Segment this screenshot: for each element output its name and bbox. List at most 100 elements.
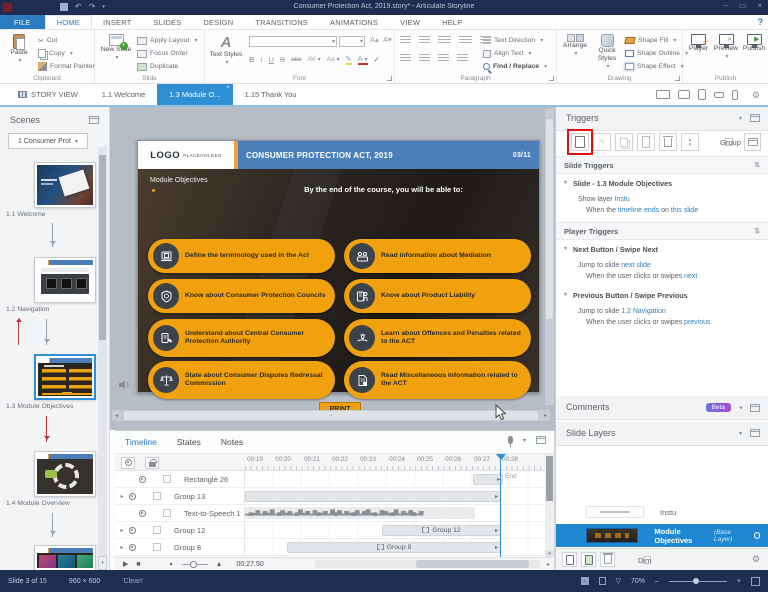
triggers-menu-caret-icon[interactable]: ▾ bbox=[739, 115, 742, 122]
slide-layers-panel-icon[interactable] bbox=[750, 429, 760, 437]
expand-icon[interactable]: ▸ bbox=[117, 527, 127, 534]
comments-panel-icon[interactable] bbox=[750, 403, 760, 412]
tab-file[interactable]: FILE bbox=[0, 15, 45, 29]
shrink-font-button[interactable]: A▾ bbox=[381, 35, 394, 44]
timeline-hscroll-thumb[interactable] bbox=[416, 560, 529, 568]
align-text-button[interactable]: Align Text bbox=[483, 47, 547, 60]
paste-trigger-button[interactable] bbox=[637, 133, 655, 151]
timeline-row-group-8[interactable]: Group 8 ▸ ▸ Group 8 bbox=[115, 539, 554, 556]
stage-vscroll-thumb[interactable] bbox=[546, 119, 553, 319]
tab-transitions[interactable]: TRANSITIONS bbox=[244, 15, 319, 29]
visibility-icon[interactable] bbox=[129, 492, 136, 500]
tab-slides[interactable]: SLIDES bbox=[143, 15, 193, 29]
objective-button-miscellaneous[interactable]: Read Miscellaneous information related t… bbox=[344, 361, 531, 399]
new-slide-button[interactable]: New Slide bbox=[99, 34, 133, 62]
scenes-scrollbar[interactable] bbox=[98, 147, 107, 570]
slide-trigger-group[interactable]: ▾ Slide - 1.3 Module Objectives bbox=[564, 179, 760, 188]
preview-settings-gear-icon[interactable]: ⚙ bbox=[752, 90, 760, 101]
objective-button-ccpa[interactable]: Understand about Central Consumer Protec… bbox=[148, 319, 335, 357]
lock-checkbox[interactable] bbox=[153, 543, 161, 551]
font-color-button[interactable]: A bbox=[357, 54, 368, 65]
indent-increase-icon[interactable] bbox=[459, 36, 472, 44]
audio-speaker-icon[interactable] bbox=[118, 380, 130, 390]
playhead-handle[interactable] bbox=[495, 454, 506, 465]
tab-notes[interactable]: Notes bbox=[221, 437, 243, 447]
scenes-scrollbar-thumb[interactable] bbox=[99, 155, 106, 340]
lock-checkbox[interactable] bbox=[163, 509, 171, 517]
apply-layout-button[interactable]: Apply Layout bbox=[137, 34, 197, 47]
visibility-icon[interactable] bbox=[129, 543, 136, 551]
qat-dropdown-icon[interactable]: ▾ bbox=[102, 4, 105, 10]
phone-portrait-icon[interactable] bbox=[732, 89, 738, 100]
change-case-button[interactable]: Aa bbox=[327, 56, 340, 63]
find-replace-button[interactable]: Find / Replace bbox=[483, 60, 547, 73]
save-icon[interactable] bbox=[60, 2, 68, 11]
toggle-all-visibility-button[interactable] bbox=[121, 456, 135, 469]
tab-view[interactable]: VIEW bbox=[389, 15, 431, 29]
undo-icon[interactable]: ↶ bbox=[75, 2, 82, 11]
arrange-button[interactable]: Arrange bbox=[559, 34, 591, 58]
tab-help[interactable]: HELP bbox=[431, 15, 473, 29]
timeline-bar[interactable]: ▸ bbox=[245, 490, 501, 502]
toggle-all-lock-button[interactable] bbox=[145, 456, 159, 469]
tab-states[interactable]: States bbox=[177, 437, 201, 447]
copy-trigger-button[interactable] bbox=[615, 133, 633, 151]
duplicate-layer-button[interactable] bbox=[581, 552, 596, 567]
tab-1-15-thank-you[interactable]: 1.15 Thank You bbox=[233, 84, 309, 105]
player-button[interactable]: ⌐ Player bbox=[685, 34, 712, 53]
underline-button[interactable]: U bbox=[269, 55, 274, 64]
tablet-landscape-icon[interactable] bbox=[678, 90, 690, 99]
zoom-slider[interactable] bbox=[668, 577, 727, 584]
layer-visibility-eye-icon[interactable] bbox=[753, 532, 761, 539]
zoom-in-button[interactable]: + bbox=[737, 578, 741, 585]
trigger-action[interactable]: Jump to slide 1.2 Navigation bbox=[578, 308, 666, 315]
trigger-action[interactable]: Jump to slide next slide bbox=[578, 262, 651, 269]
spellcheck-icon[interactable]: ✓ bbox=[374, 55, 380, 64]
trigger-condition[interactable]: When the user clicks or swipes next bbox=[586, 273, 697, 280]
edit-trigger-button[interactable]: ✎ bbox=[593, 133, 611, 151]
tab-home[interactable]: HOME bbox=[44, 15, 92, 29]
stage-vertical-scrollbar[interactable] bbox=[545, 109, 554, 405]
layer-row-module-objectives-selected[interactable]: Module Objectives (Base Layer) bbox=[556, 524, 768, 547]
new-layer-button[interactable] bbox=[562, 552, 577, 567]
redo-icon[interactable]: ↷ bbox=[89, 2, 96, 11]
justify-icon[interactable] bbox=[457, 54, 468, 62]
align-left-icon[interactable] bbox=[400, 54, 411, 62]
timeline-zoom-slider[interactable] bbox=[181, 561, 208, 568]
timeline-row-text-to-speech[interactable]: ▂▄▃▆▂▅▃▇▂▄▆▃▅▂▄▇▃▅▂▆▄▃▅▂▇▄▆▂▅▃▄▆▂▅▇▃▄▂▆▅… bbox=[115, 505, 554, 522]
lock-checkbox[interactable] bbox=[153, 526, 161, 534]
expand-icon[interactable]: ▸ bbox=[117, 493, 127, 500]
highlight-button[interactable]: ✎ bbox=[345, 55, 352, 65]
playhead-line[interactable] bbox=[500, 454, 501, 559]
stage-hscroll-thumb[interactable]: ▪ bbox=[124, 411, 538, 420]
scene-thumb-next[interactable] bbox=[34, 545, 96, 570]
timeline-scroll-right-icon[interactable]: ▸ bbox=[547, 561, 550, 568]
expand-icon[interactable]: ▸ bbox=[117, 544, 127, 551]
layer-row-instu[interactable]: Instu bbox=[556, 502, 768, 522]
close-button[interactable]: × bbox=[757, 1, 762, 10]
tab-animations[interactable]: ANIMATIONS bbox=[319, 15, 389, 29]
visibility-icon[interactable] bbox=[129, 526, 136, 534]
scene-label-1-1[interactable]: 1.1 Welcome bbox=[6, 211, 106, 218]
indent-decrease-icon[interactable] bbox=[438, 36, 451, 44]
paragraph-dialog-launcher[interactable] bbox=[549, 76, 554, 81]
objective-button-offences-penalties[interactable]: Learn about Offences and Penalties relat… bbox=[344, 319, 531, 357]
zoom-out-timeline-icon[interactable]: ▲ bbox=[169, 561, 174, 567]
scene-thumb-1-1[interactable] bbox=[34, 162, 96, 208]
lock-checkbox[interactable] bbox=[163, 475, 171, 483]
copy-button[interactable]: Copy bbox=[38, 47, 95, 60]
duplicate-button[interactable]: Duplicate bbox=[137, 60, 197, 73]
objective-button-mediation[interactable]: Read information about Mediation bbox=[344, 239, 531, 273]
timeline-panel-icon[interactable] bbox=[536, 436, 546, 444]
timeline-horizontal-scrollbar[interactable] bbox=[315, 560, 540, 568]
shape-effect-button[interactable]: Shape Effect bbox=[625, 60, 688, 73]
delete-layer-button[interactable] bbox=[600, 552, 615, 567]
trigger-wizard-button[interactable] bbox=[744, 133, 761, 151]
help-icon[interactable]: ? bbox=[758, 17, 764, 27]
tab-insert[interactable]: INSERT bbox=[92, 15, 143, 29]
comments-header[interactable]: Comments Beta ◂ bbox=[556, 396, 768, 420]
scroll-right-icon[interactable]: ▸ bbox=[544, 412, 547, 419]
subscript-button[interactable]: abc bbox=[291, 56, 301, 63]
triggers-panel-icon[interactable] bbox=[750, 114, 760, 122]
preview-button[interactable]: ⌕ Preview bbox=[712, 34, 740, 61]
